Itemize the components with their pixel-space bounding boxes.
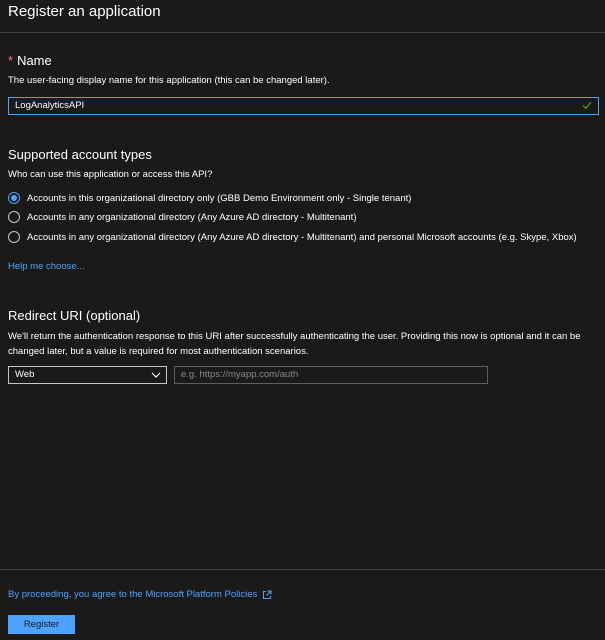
- redirect-uri-input[interactable]: e.g. https://myapp.com/auth: [174, 366, 488, 384]
- redirect-uri-title: Redirect URI (optional): [8, 308, 141, 323]
- name-input-value: LogAnalyticsAPI: [15, 100, 85, 111]
- name-input[interactable]: LogAnalyticsAPI: [8, 97, 599, 115]
- register-app-page: Register an application * Name The user-f…: [0, 0, 605, 640]
- platform-policies-link[interactable]: By proceeding, you agree to the Microsof…: [8, 589, 272, 600]
- register-button[interactable]: Register: [8, 615, 75, 634]
- account-option-label: Accounts in any organizational directory…: [27, 211, 357, 223]
- required-marker: *: [8, 53, 14, 68]
- platform-policies-text: By proceeding, you agree to the Microsof…: [8, 589, 258, 600]
- account-option-label: Accounts in this organizational director…: [27, 192, 412, 204]
- name-section-title: * Name: [8, 53, 52, 68]
- account-option-label: Accounts in any organizational directory…: [27, 231, 577, 243]
- redirect-description-line: changed later, but a value is required f…: [8, 346, 309, 357]
- name-label: Name: [17, 53, 52, 68]
- chevron-down-icon: [151, 372, 161, 378]
- redirect-uri-placeholder: e.g. https://myapp.com/auth: [181, 369, 299, 380]
- name-description: The user-facing display name for this ap…: [8, 75, 330, 86]
- help-me-choose-link[interactable]: Help me choose...: [8, 261, 85, 272]
- header-divider: [0, 32, 605, 33]
- redirect-description-line: We'll return the authentication response…: [8, 331, 581, 342]
- radio-icon[interactable]: [8, 231, 20, 243]
- checkmark-icon: [582, 101, 592, 110]
- account-option-multitenant-personal[interactable]: Accounts in any organizational directory…: [8, 230, 577, 244]
- radio-selected-icon[interactable]: [8, 192, 20, 204]
- radio-icon[interactable]: [8, 211, 20, 223]
- page-title: Register an application: [8, 3, 161, 20]
- account-option-multitenant[interactable]: Accounts in any organizational directory…: [8, 210, 357, 224]
- platform-select-value: Web: [15, 369, 35, 380]
- account-types-title: Supported account types: [8, 147, 152, 162]
- account-option-single-tenant[interactable]: Accounts in this organizational director…: [8, 191, 411, 205]
- redirect-uri-description: We'll return the authentication response…: [8, 329, 581, 359]
- external-link-icon: [263, 590, 272, 599]
- account-types-question: Who can use this application or access t…: [8, 169, 213, 180]
- platform-select[interactable]: Web: [8, 366, 167, 384]
- footer-divider: [0, 569, 605, 570]
